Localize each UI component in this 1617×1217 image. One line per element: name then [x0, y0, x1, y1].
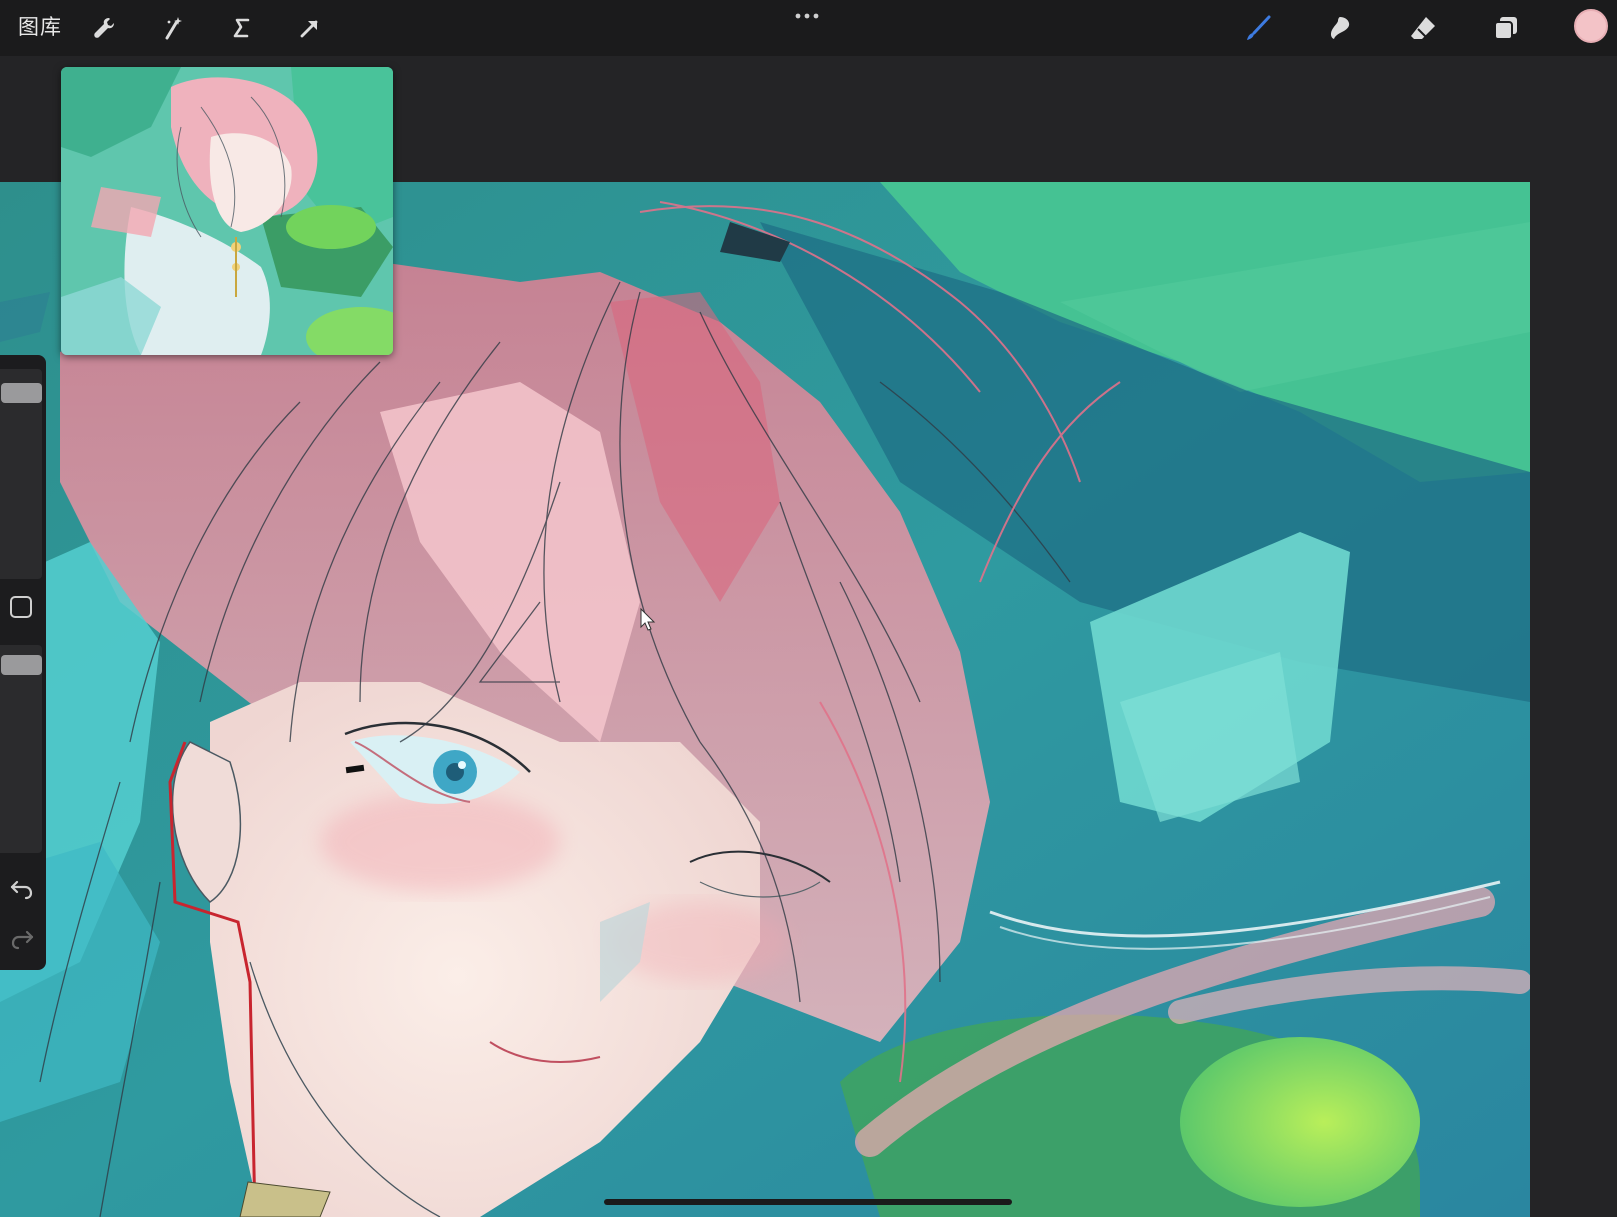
- wrench-icon[interactable]: [86, 10, 122, 46]
- left-sidebar: [0, 355, 46, 970]
- brush-size-slider[interactable]: [0, 369, 42, 579]
- modify-button[interactable]: [10, 596, 32, 618]
- undo-icon[interactable]: [9, 875, 35, 901]
- top-toolbar: 图库: [0, 0, 1617, 56]
- opacity-slider[interactable]: [0, 645, 42, 853]
- procreate-app: 图库: [0, 0, 1617, 1217]
- home-indicator[interactable]: [604, 1199, 1012, 1205]
- opacity-knob[interactable]: [1, 655, 42, 675]
- smudge-icon[interactable]: [1322, 10, 1358, 46]
- mouse-cursor: [640, 607, 656, 632]
- magic-wand-icon[interactable]: [155, 10, 191, 46]
- redo-icon[interactable]: [9, 925, 35, 951]
- color-picker-swatch[interactable]: [1574, 9, 1608, 43]
- gallery-button[interactable]: 图库: [18, 12, 62, 42]
- eraser-icon[interactable]: [1405, 10, 1441, 46]
- transform-arrow-icon[interactable]: [292, 10, 328, 46]
- brush-icon[interactable]: [1240, 10, 1276, 46]
- selection-icon[interactable]: [224, 10, 260, 46]
- brush-size-knob[interactable]: [1, 383, 42, 403]
- more-options-icon[interactable]: [792, 6, 822, 26]
- reference-window[interactable]: [61, 67, 393, 355]
- layers-icon[interactable]: [1488, 10, 1524, 46]
